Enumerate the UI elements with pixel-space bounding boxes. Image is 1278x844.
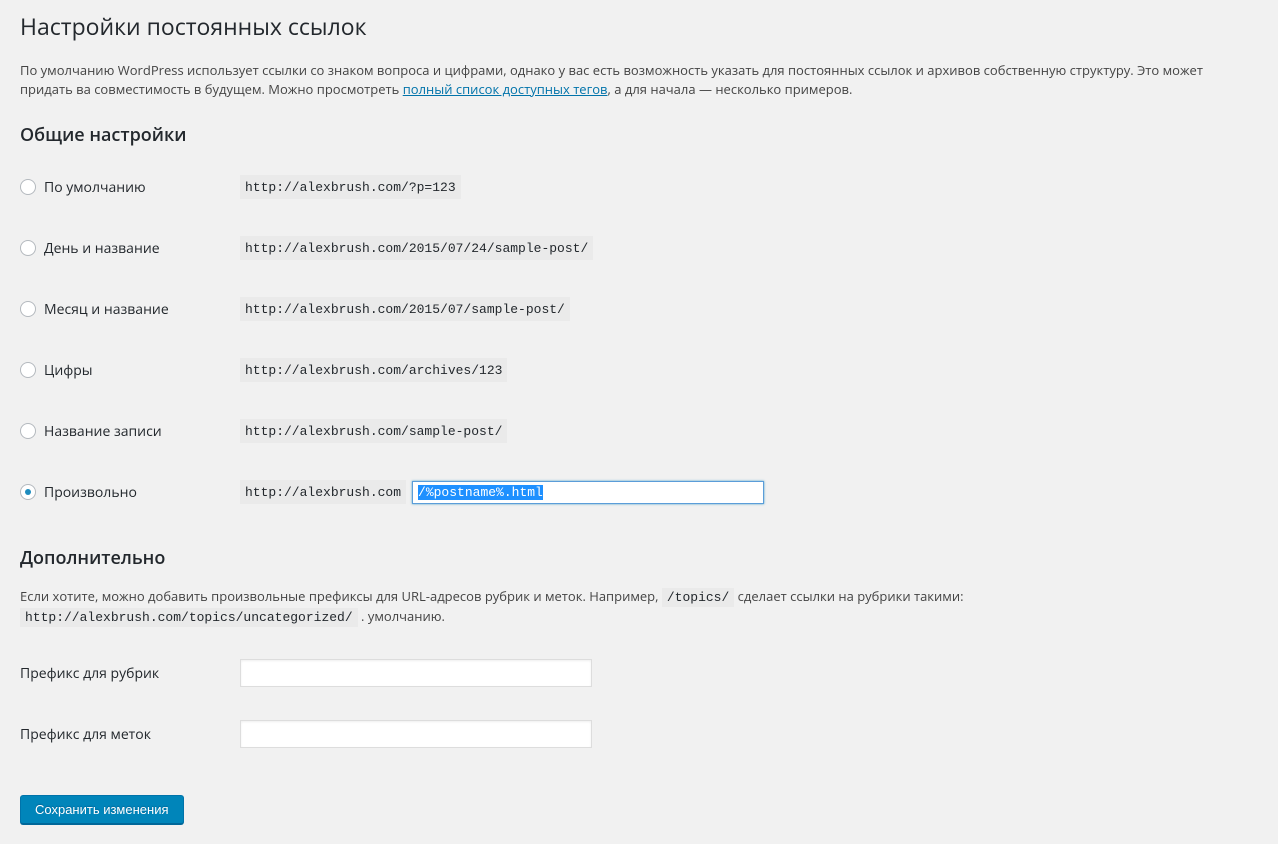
optional-code-1: /topics/ bbox=[662, 588, 734, 607]
option-text-default: По умолчанию bbox=[44, 177, 146, 198]
radio-custom[interactable] bbox=[20, 484, 36, 500]
option-text-day-name: День и название bbox=[44, 238, 160, 259]
optional-intro-3: . умолчанию. bbox=[358, 607, 445, 625]
option-text-month-name: Месяц и название bbox=[44, 299, 169, 320]
option-text-numeric: Цифры bbox=[44, 360, 93, 381]
example-postname: http://alexbrush.com/sample-post/ bbox=[240, 419, 507, 444]
option-label-day-name[interactable]: День и название bbox=[20, 238, 220, 259]
option-label-numeric[interactable]: Цифры bbox=[20, 360, 220, 381]
example-day-name: http://alexbrush.com/2015/07/24/sample-p… bbox=[240, 236, 593, 261]
option-row-month-name: Месяц и название http://alexbrush.com/20… bbox=[20, 279, 1258, 340]
radio-numeric[interactable] bbox=[20, 362, 36, 378]
example-default: http://alexbrush.com/?p=123 bbox=[240, 175, 461, 200]
intro-paragraph: По умолчанию WordPress использует ссылки… bbox=[20, 61, 1258, 100]
option-label-month-name[interactable]: Месяц и название bbox=[20, 299, 220, 320]
optional-table: Префикс для рубрик Префикс для меток bbox=[20, 643, 1258, 765]
custom-structure-input[interactable] bbox=[412, 481, 764, 504]
permalink-structure-table: По умолчанию http://alexbrush.com/?p=123… bbox=[20, 157, 1258, 523]
intro-text-suffix: , а для начала — несколько примеров. bbox=[608, 80, 853, 98]
custom-prefix: http://alexbrush.com bbox=[240, 480, 406, 505]
optional-heading: Дополнительно bbox=[20, 545, 1258, 572]
option-text-postname: Название записи bbox=[44, 421, 162, 442]
optional-intro-2: сделает ссылки на рубрики такими: bbox=[734, 587, 963, 605]
category-base-label: Префикс для рубрик bbox=[20, 643, 230, 704]
optional-code-2: http://alexbrush.com/topics/uncategorize… bbox=[20, 608, 358, 627]
option-row-postname: Название записи http://alexbrush.com/sam… bbox=[20, 401, 1258, 462]
option-label-custom[interactable]: Произвольно bbox=[20, 482, 220, 503]
option-row-custom: Произвольно http://alexbrush.com bbox=[20, 462, 1258, 523]
option-row-numeric: Цифры http://alexbrush.com/archives/123 bbox=[20, 340, 1258, 401]
example-month-name: http://alexbrush.com/2015/07/sample-post… bbox=[240, 297, 570, 322]
submit-row: Сохранить изменения bbox=[20, 785, 1258, 824]
common-settings-heading: Общие настройки bbox=[20, 122, 1258, 149]
example-numeric: http://alexbrush.com/archives/123 bbox=[240, 358, 507, 383]
option-text-custom: Произвольно bbox=[44, 482, 137, 503]
radio-postname[interactable] bbox=[20, 423, 36, 439]
tag-base-label: Префикс для меток bbox=[20, 704, 230, 765]
tag-base-input[interactable] bbox=[240, 720, 592, 748]
available-tags-link[interactable]: полный список доступных тегов bbox=[403, 80, 608, 98]
save-button[interactable]: Сохранить изменения bbox=[20, 795, 184, 824]
category-base-input[interactable] bbox=[240, 659, 592, 687]
optional-intro: Если хотите, можно добавить произвольные… bbox=[20, 587, 1258, 628]
category-base-row: Префикс для рубрик bbox=[20, 643, 1258, 704]
option-row-default: По умолчанию http://alexbrush.com/?p=123 bbox=[20, 157, 1258, 218]
option-label-default[interactable]: По умолчанию bbox=[20, 177, 220, 198]
radio-month-name[interactable] bbox=[20, 301, 36, 317]
tag-base-row: Префикс для меток bbox=[20, 704, 1258, 765]
page-title: Настройки постоянных ссылок bbox=[20, 0, 1258, 48]
radio-default[interactable] bbox=[20, 179, 36, 195]
option-label-postname[interactable]: Название записи bbox=[20, 421, 220, 442]
optional-intro-1: Если хотите, можно добавить произвольные… bbox=[20, 587, 662, 605]
option-row-day-name: День и название http://alexbrush.com/201… bbox=[20, 218, 1258, 279]
radio-day-name[interactable] bbox=[20, 240, 36, 256]
